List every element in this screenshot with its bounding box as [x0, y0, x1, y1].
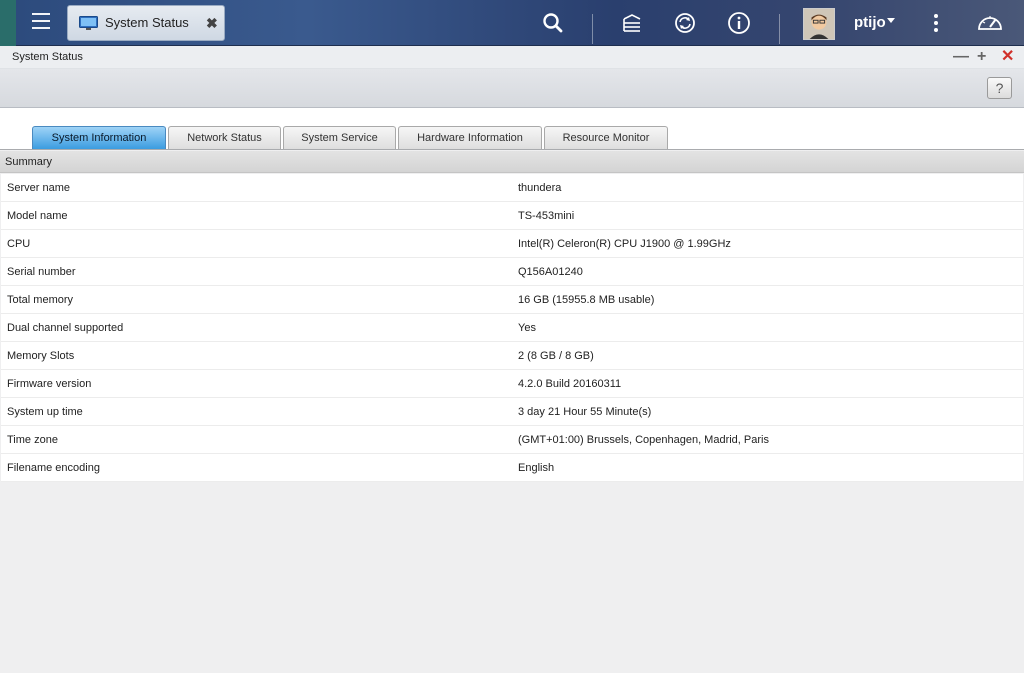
- tab-system-information[interactable]: System Information: [32, 126, 166, 149]
- tab-system-service[interactable]: System Service: [283, 126, 396, 149]
- row-key: Total memory: [7, 294, 74, 306]
- row-key: Dual channel supported: [7, 322, 124, 334]
- tab-network-status[interactable]: Network Status: [168, 126, 281, 149]
- maximize-icon[interactable]: +: [977, 49, 986, 65]
- row-value: English: [518, 462, 555, 474]
- row-value: Yes: [518, 322, 536, 334]
- toolbar-separator: [779, 14, 780, 44]
- table-row: Model name TS-453mini: [1, 202, 1023, 230]
- table-row: Server name thundera: [1, 174, 1023, 202]
- table-row: CPU Intel(R) Celeron(R) CPU J1900 @ 1.99G…: [1, 230, 1023, 258]
- username-menu[interactable]: ptijo: [854, 14, 886, 31]
- summary-header: Summary: [0, 151, 1024, 173]
- top-bar: System Status ✖ ptijo: [0, 0, 1024, 46]
- table-row: Memory Slots 2 (8 GB / 8 GB): [1, 342, 1023, 370]
- window-toolbar: ?: [0, 69, 1024, 108]
- row-key: Model name: [7, 210, 68, 222]
- row-key: Firmware version: [7, 378, 92, 390]
- search-icon[interactable]: [539, 9, 567, 37]
- table-row: Serial number Q156A01240: [1, 258, 1023, 286]
- dashboard-gauge-icon[interactable]: [976, 9, 1004, 37]
- tab-resource-monitor[interactable]: Resource Monitor: [544, 126, 668, 149]
- row-value: (GMT+01:00) Brussels, Copenhagen, Madrid…: [518, 434, 769, 446]
- avatar[interactable]: [803, 8, 835, 40]
- table-row: System up time 3 day 21 Hour 55 Minute(s): [1, 398, 1023, 426]
- row-value: 16 GB (15955.8 MB usable): [518, 294, 655, 306]
- row-value: TS-453mini: [518, 210, 575, 222]
- sync-icon[interactable]: [671, 9, 699, 37]
- app-tab-label: System Status: [105, 15, 189, 30]
- summary-title: Summary: [5, 156, 53, 168]
- close-icon[interactable]: ✖: [206, 15, 218, 32]
- window-title-bar: System Status — + ✕: [0, 46, 1024, 69]
- row-key: Server name: [7, 182, 70, 194]
- table-row: Filename encoding English: [1, 454, 1023, 482]
- close-icon[interactable]: ✕: [1001, 49, 1014, 65]
- toolbar-separator: [592, 14, 593, 44]
- help-button[interactable]: ?: [987, 77, 1012, 99]
- row-key: Serial number: [7, 266, 76, 278]
- info-icon[interactable]: [725, 9, 753, 37]
- chevron-down-icon[interactable]: [887, 18, 895, 23]
- table-row: Firmware version 4.2.0 Build 20160311: [1, 370, 1023, 398]
- row-key: CPU: [7, 238, 31, 250]
- row-key: System up time: [7, 406, 83, 418]
- top-bar-accent: [0, 0, 16, 46]
- user-avatar-icon: [804, 9, 834, 39]
- app-tab-system-status[interactable]: System Status ✖: [67, 5, 225, 41]
- task-stack-icon[interactable]: [618, 9, 646, 37]
- row-value: Q156A01240: [518, 266, 583, 278]
- table-row: Time zone (GMT+01:00) Brussels, Copenhage…: [1, 426, 1023, 454]
- table-row: Dual channel supported Yes: [1, 314, 1023, 342]
- row-value: Intel(R) Celeron(R) CPU J1900 @ 1.99GHz: [518, 238, 731, 250]
- minimize-icon[interactable]: —: [953, 49, 969, 65]
- table-row: Total memory 16 GB (15955.8 MB usable): [1, 286, 1023, 314]
- tab-strip: System Information Network Status System…: [0, 108, 1024, 150]
- row-value: 2 (8 GB / 8 GB): [518, 350, 594, 362]
- row-key: Filename encoding: [7, 462, 100, 474]
- more-icon[interactable]: [922, 9, 950, 37]
- row-value: thundera: [518, 182, 562, 194]
- system-info-table: Server name thundera Model name TS-453mini…: [1, 174, 1023, 482]
- row-key: Time zone: [7, 434, 58, 446]
- row-key: Memory Slots: [7, 350, 75, 362]
- window-title: System Status: [12, 51, 83, 63]
- row-value: 4.2.0 Build 20160311: [518, 378, 622, 390]
- menu-icon[interactable]: [26, 8, 56, 38]
- monitor-icon: [79, 16, 98, 30]
- row-value: 3 day 21 Hour 55 Minute(s): [518, 406, 652, 418]
- tab-hardware-information[interactable]: Hardware Information: [398, 126, 542, 149]
